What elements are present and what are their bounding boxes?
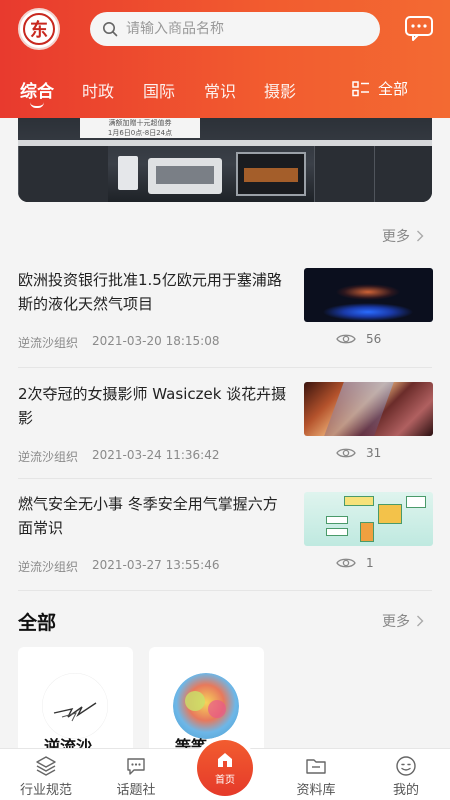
- chat-dots-icon: [127, 758, 145, 775]
- active-tab-indicator: [30, 102, 44, 108]
- news-item[interactable]: 燃气安全无小事 冬季安全用气掌握六方面常识 逆流沙组织 2021-03-27 1…: [0, 492, 450, 602]
- organization-avatar: [42, 673, 108, 739]
- nav-item-industry-standards[interactable]: 行业规范: [6, 749, 86, 800]
- more-label: 更多: [382, 229, 410, 245]
- diagram-block: [326, 528, 348, 536]
- banner-cabinet: [18, 146, 108, 202]
- news-views: 1: [336, 556, 374, 570]
- nav-item-home[interactable]: 首页: [193, 736, 257, 800]
- view-count: 56: [366, 332, 382, 346]
- chevron-right-icon: [417, 230, 424, 242]
- news-date: 2021-03-20 18:15:08: [92, 334, 220, 348]
- diagram-block: [326, 516, 348, 524]
- news-thumbnail-gas-flame[interactable]: [304, 268, 433, 322]
- banner-cabinet: [374, 146, 432, 202]
- news-views: 56: [336, 332, 381, 346]
- nav-item-library[interactable]: 资料库: [276, 749, 356, 800]
- banner-cabinet: [314, 146, 374, 202]
- app-header: 东 综合 时政 国际 常识 摄影 全部: [0, 0, 450, 118]
- promo-banner[interactable]: 满额加赠十元超值券 1月6日0点-8日24点: [18, 118, 432, 202]
- search-icon: [103, 22, 118, 37]
- news-meta: 逆流沙组织 2021-03-20 18:15:08: [18, 334, 219, 351]
- tab-comprehensive[interactable]: 综合: [20, 77, 54, 102]
- tab-all-button[interactable]: 全部: [352, 78, 408, 99]
- nav-label: 行业规范: [19, 783, 72, 798]
- app-logo[interactable]: 东: [18, 8, 60, 50]
- news-date: 2021-03-24 11:36:42: [92, 448, 220, 462]
- news-item[interactable]: 2次夺冠的女摄影师 Wasiczek 谈花卉摄影 逆流沙组织 2021-03-2…: [0, 382, 450, 492]
- banner-promo-text: 满额加赠十元超值券 1月6日0点-8日24点: [80, 118, 200, 138]
- news-title: 燃气安全无小事 冬季安全用气掌握六方面常识: [18, 495, 278, 537]
- section-title-all: 全部: [18, 612, 57, 634]
- eye-icon: [336, 558, 356, 568]
- tab-politics[interactable]: 时政: [82, 78, 114, 102]
- diagram-block: [344, 496, 374, 506]
- category-tabs: 综合 时政 国际 常识 摄影 全部: [0, 72, 450, 112]
- banner-oven: [236, 152, 306, 196]
- divider: [18, 367, 432, 368]
- nav-label: 话题社: [116, 783, 156, 798]
- news-title: 2次夺冠的女摄影师 Wasiczek 谈花卉摄影: [18, 385, 287, 427]
- grid-menu-icon: [352, 80, 369, 96]
- layers-icon: [36, 756, 56, 776]
- smile-face-icon: [396, 756, 416, 776]
- organization-card[interactable]: 逆流沙...: [18, 647, 133, 757]
- search-bar[interactable]: [90, 12, 380, 46]
- view-count: 31: [366, 446, 382, 460]
- news-item[interactable]: 欧洲投资银行批准1.5亿欧元用于塞浦路斯的液化天然气项目 逆流沙组织 2021-…: [0, 268, 450, 378]
- promo-line-2: 1月6日0点-8日24点: [107, 129, 173, 137]
- all-more-link[interactable]: 更多: [382, 611, 424, 631]
- tab-international[interactable]: 国际: [143, 78, 175, 102]
- nav-label: 我的: [392, 783, 419, 798]
- diagram-block: [406, 496, 426, 508]
- news-thumbnail-diagram[interactable]: [304, 492, 433, 546]
- divider: [18, 590, 432, 591]
- tab-common-sense[interactable]: 常识: [204, 78, 236, 102]
- eye-icon: [336, 334, 356, 344]
- nav-item-topics[interactable]: 话题社: [96, 749, 176, 800]
- news-source: 逆流沙组织: [18, 450, 79, 464]
- news-source: 逆流沙组织: [18, 560, 79, 574]
- logo-mark: 东: [23, 13, 55, 45]
- search-input[interactable]: [126, 21, 366, 37]
- diagram-block: [360, 522, 374, 542]
- news-date: 2021-03-27 13:55:46: [92, 558, 220, 572]
- news-source: 逆流沙组织: [18, 336, 79, 350]
- nav-item-mine[interactable]: 我的: [366, 749, 446, 800]
- news-thumbnail-canyon[interactable]: [304, 382, 433, 436]
- organization-avatar: [173, 673, 239, 739]
- home-button-circle: [197, 740, 253, 796]
- news-more-link[interactable]: 更多: [382, 226, 424, 246]
- folder-icon: [306, 759, 326, 774]
- news-views: 31: [336, 446, 381, 460]
- nav-label: 首页: [215, 775, 235, 786]
- banner-dishwasher: [148, 158, 222, 194]
- divider: [18, 478, 432, 479]
- chat-bubble-icon[interactable]: [404, 13, 434, 43]
- banner-water-purifier: [118, 156, 138, 190]
- diagram-block: [378, 504, 402, 524]
- more-label: 更多: [382, 614, 410, 630]
- view-count: 1: [366, 556, 374, 570]
- home-icon: [218, 753, 232, 767]
- news-title: 欧洲投资银行批准1.5亿欧元用于塞浦路斯的液化天然气项目: [18, 271, 282, 313]
- eye-icon: [336, 448, 356, 458]
- tab-photography[interactable]: 摄影: [264, 78, 296, 102]
- promo-line-1: 满额加赠十元超值券: [108, 119, 172, 127]
- tab-all-label: 全部: [378, 80, 409, 98]
- nav-label: 资料库: [296, 783, 336, 798]
- chevron-right-icon: [417, 615, 424, 627]
- news-meta: 逆流沙组织 2021-03-27 13:55:46: [18, 558, 219, 575]
- news-meta: 逆流沙组织 2021-03-24 11:36:42: [18, 448, 219, 465]
